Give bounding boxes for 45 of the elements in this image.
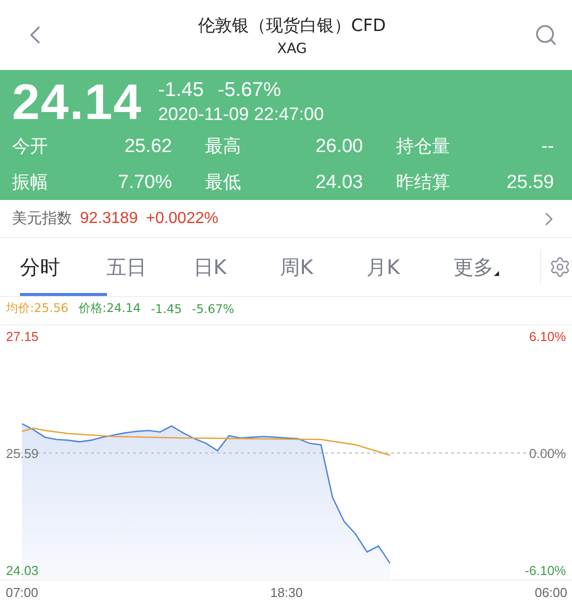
legend-item: 价格:24.14 xyxy=(78,300,141,317)
stat-label: 持仓量 xyxy=(396,135,450,159)
stat-label: 最高 xyxy=(205,135,241,159)
percent-change: -5.67% xyxy=(218,79,282,102)
stat-value: -- xyxy=(541,135,554,159)
chart-tab[interactable]: 周K xyxy=(280,238,367,296)
search-icon xyxy=(534,23,558,47)
chart-tab[interactable]: 分时 xyxy=(20,238,107,296)
index-value: 92.3189 xyxy=(80,210,138,228)
legend-item: 均价:25.56 xyxy=(6,300,68,317)
chart-tab[interactable]: 五日 xyxy=(106,238,194,296)
price-change: -1.45 xyxy=(158,79,204,102)
stat-value: 26.00 xyxy=(315,135,363,159)
chart-tab[interactable]: 日K xyxy=(193,238,280,296)
chart-tab[interactable]: 月K xyxy=(366,238,454,296)
stat-value: 7.70% xyxy=(118,171,172,195)
stat-label: 昨结算 xyxy=(396,171,450,195)
symbol-code: XAG xyxy=(277,40,307,56)
percent-label: 0.00% xyxy=(529,446,566,461)
stat-label: 振幅 xyxy=(12,171,48,195)
index-change: +0.0022% xyxy=(146,210,218,228)
settings-button[interactable] xyxy=(540,250,571,284)
stat-value: 25.62 xyxy=(124,135,172,159)
stat-label: 今开 xyxy=(12,135,48,159)
stat-value: 24.03 xyxy=(315,171,363,195)
legend-item: -5.67% xyxy=(192,302,234,316)
stat-value: 25.59 xyxy=(506,171,554,195)
percent-label: -6.10% xyxy=(524,563,566,578)
axis-label: 24.03 xyxy=(6,563,39,578)
time-label: 06:00 xyxy=(534,585,568,600)
axis-label: 25.59 xyxy=(6,446,39,461)
caret-icon xyxy=(494,270,500,276)
time-label: 18:30 xyxy=(270,585,303,600)
time-label: 07:00 xyxy=(6,585,38,600)
axis-label: 27.15 xyxy=(6,329,39,344)
index-label: 美元指数 xyxy=(12,209,72,228)
quote-time: 2020-11-09 22:47:00 xyxy=(158,104,324,125)
percent-label: 6.10% xyxy=(529,329,566,344)
gear-icon xyxy=(549,256,571,278)
window-title: 伦敦银（现货白银）CFD xyxy=(198,14,386,36)
last-price: 24.14 xyxy=(12,73,142,131)
legend-item: -1.45 xyxy=(150,302,182,316)
search-button[interactable] xyxy=(534,23,558,47)
chart-tab[interactable]: 更多 xyxy=(453,238,540,296)
stat-label: 最低 xyxy=(205,171,241,195)
